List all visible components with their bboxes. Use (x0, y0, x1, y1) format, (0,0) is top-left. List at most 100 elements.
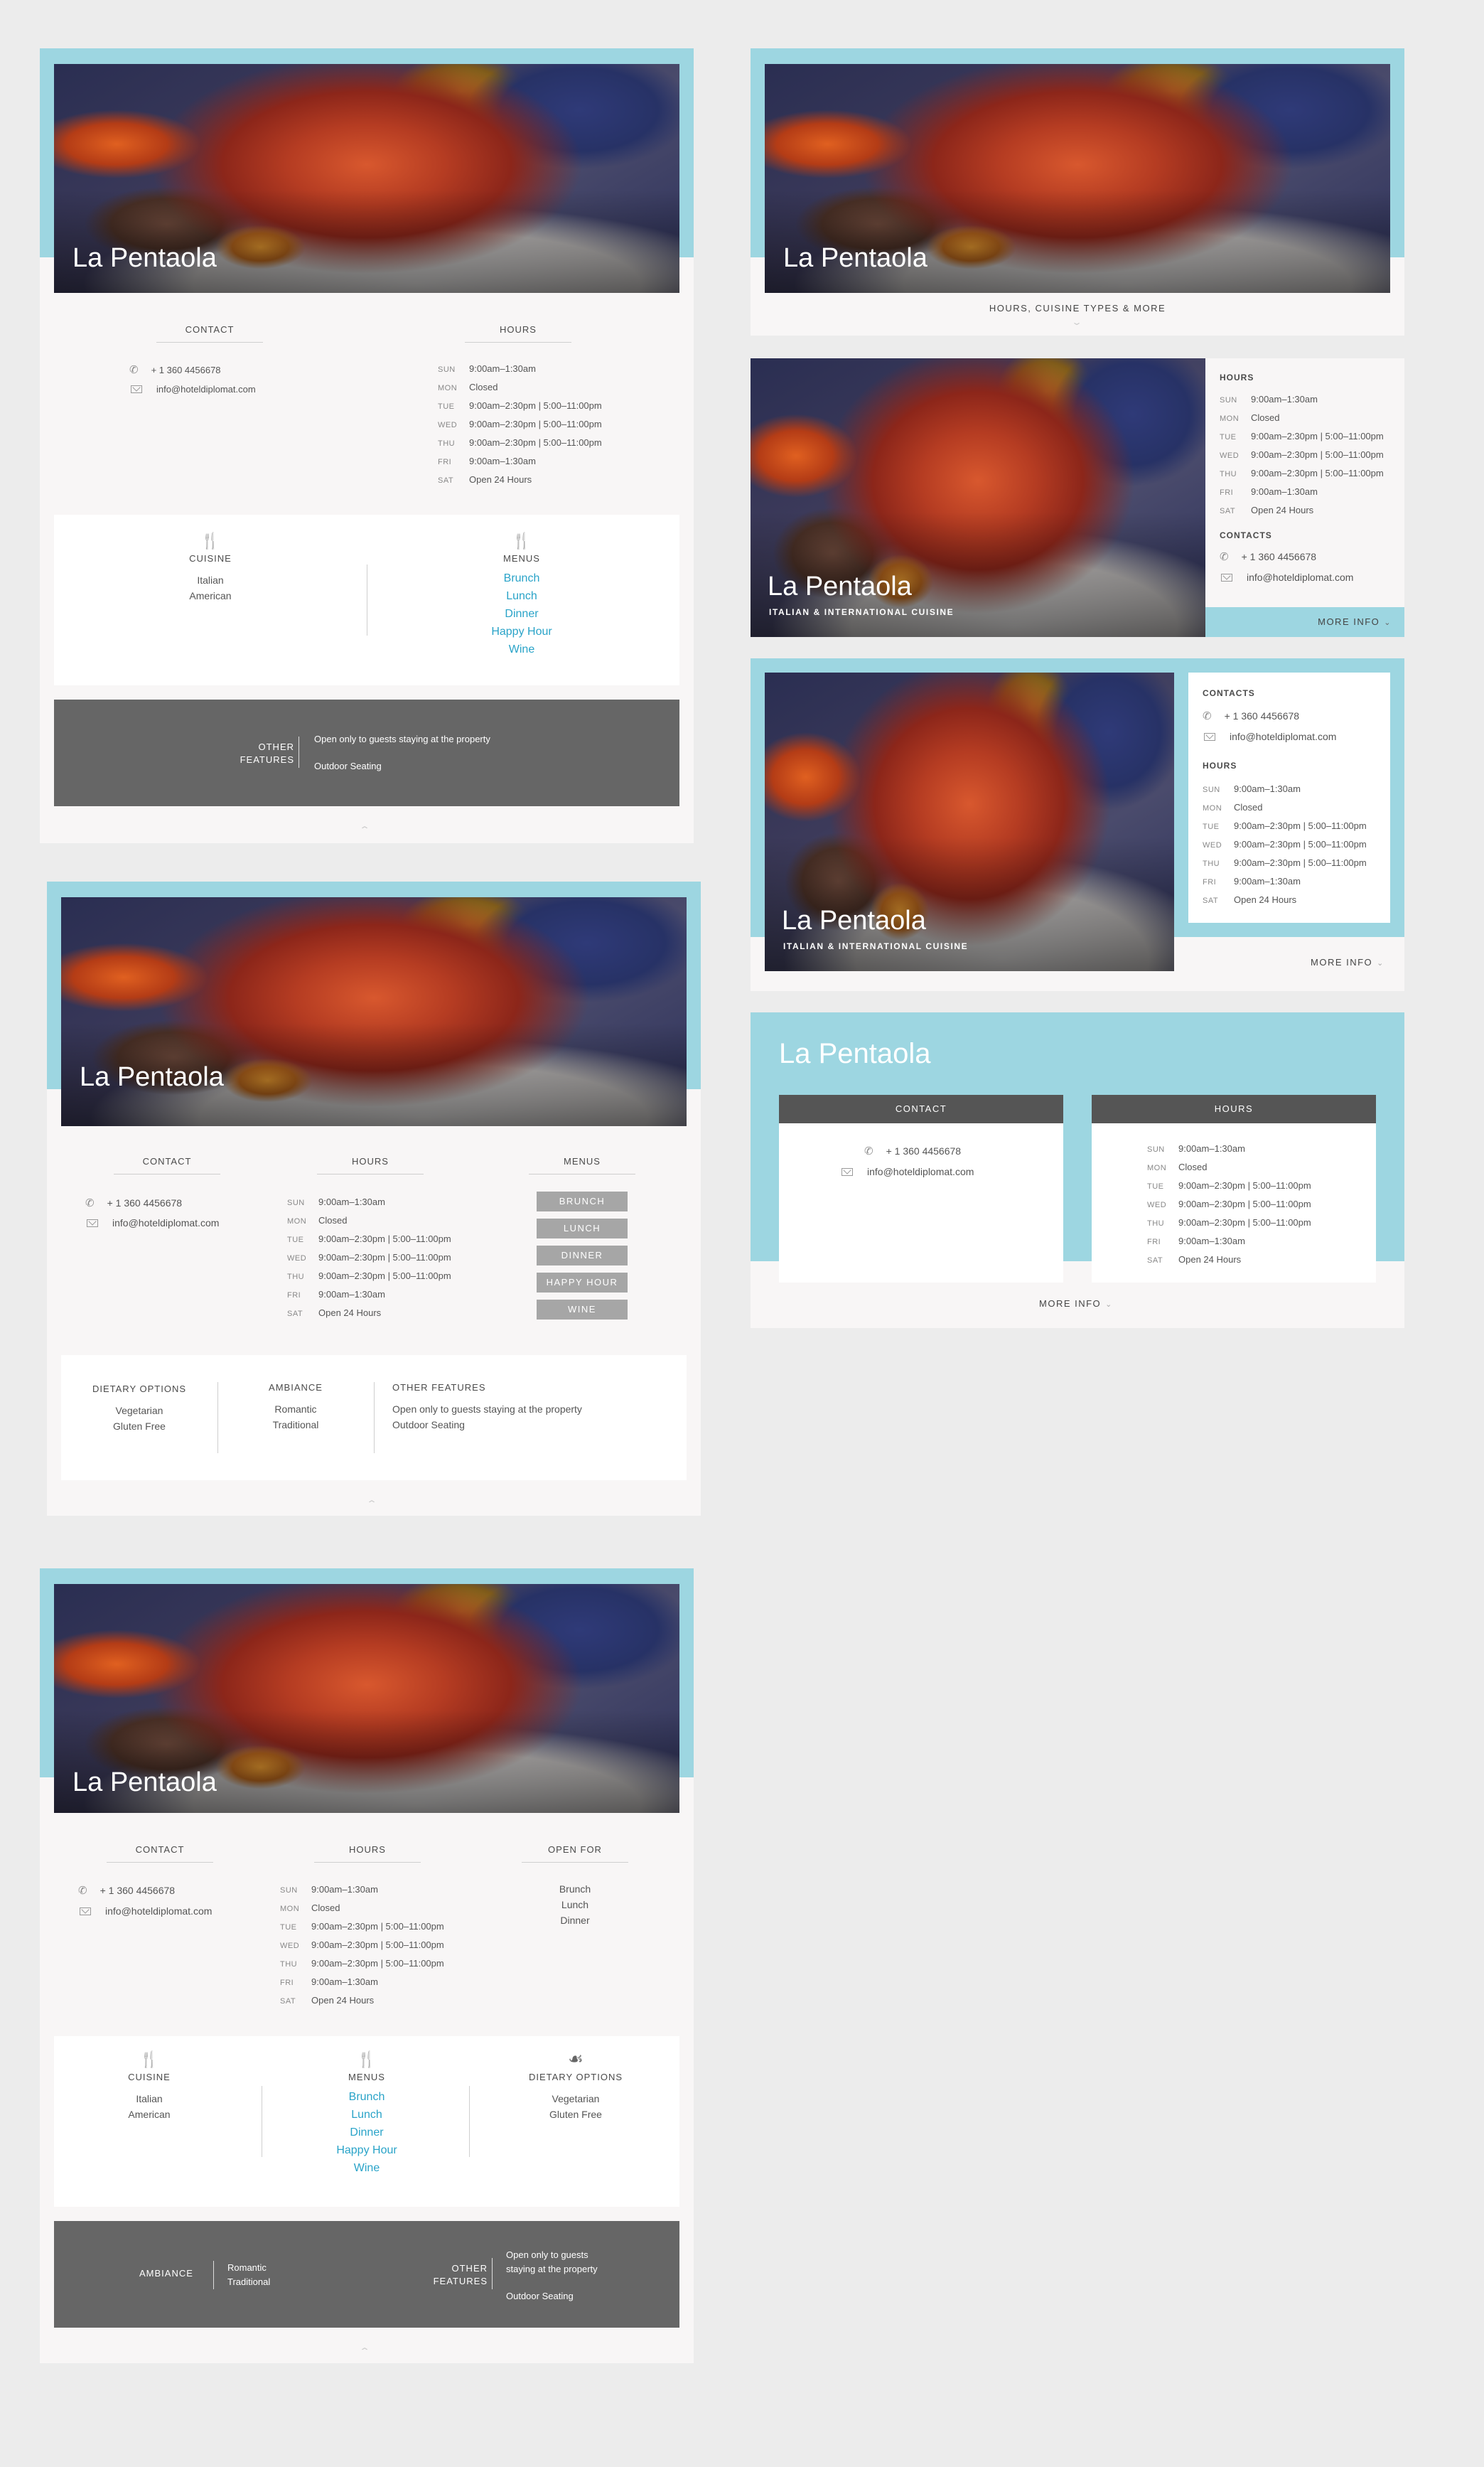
chevron-up-icon[interactable]: ⌃ (366, 1499, 377, 1509)
phone-row[interactable]: ✆ + 1 360 4456678 (129, 363, 221, 376)
hours-row: MON Closed (1220, 412, 1280, 423)
hours-row: SAT Open 24 Hours (1203, 894, 1297, 905)
chevron-down-icon[interactable]: ⌄ (1071, 317, 1082, 327)
card-variant-d: La Pentaola ITALIAN & INTERNATIONAL CUIS… (751, 658, 1404, 991)
hours-row: SAT Open 24 Hours (287, 1307, 382, 1318)
contacts-heading: CONTACTS (1203, 688, 1255, 698)
menu-link-brunch[interactable]: Brunch (296, 2088, 438, 2106)
hours-row: WED 9:00am–2:30pm | 5:00–11:00pm (1147, 1199, 1311, 1209)
menu-link-brunch[interactable]: Brunch (451, 569, 593, 587)
email-row[interactable]: info@hoteldiplomat.com (80, 1905, 212, 1917)
features-block: OTHER FEATURES Open only to guests stayi… (392, 1382, 582, 1430)
phone-row[interactable]: ✆ + 1 360 4456678 (1203, 710, 1299, 722)
divider (217, 1382, 218, 1453)
more-info-link[interactable]: MORE INFO ⌄ (1039, 1298, 1113, 1309)
open-for-heading: OPEN FOR (522, 1844, 628, 1863)
hours-row: SUN 9:00am–1:30am (1203, 783, 1301, 794)
menu-button-lunch[interactable]: LUNCH (537, 1219, 628, 1238)
more-info-bar[interactable]: MORE INFO ⌄ (1205, 607, 1404, 637)
open-for-list: Brunch Lunch Dinner (559, 1883, 591, 1926)
details-panel: 🍴 CUISINE Italian American 🍴 MENUS Brunc… (54, 2036, 679, 2207)
hours-row: SAT Open 24 Hours (1147, 1254, 1242, 1265)
menu-link-lunch[interactable]: Lunch (451, 587, 593, 605)
hours-row: FRI 9:00am–1:30am (438, 456, 536, 466)
phone-icon: ✆ (129, 364, 139, 376)
phone-row[interactable]: ✆ + 1 360 4456678 (1220, 550, 1316, 563)
ambiance-features-panel: AMBIANCE Romantic Traditional OTHER FEATU… (54, 2221, 679, 2328)
contact-box: CONTACT ✆ + 1 360 4456678 info@hoteldiplo… (779, 1095, 1063, 1283)
phone-row[interactable]: ✆ + 1 360 4456678 (85, 1197, 182, 1209)
feature-item: Open only to guests staying at the prope… (314, 734, 490, 744)
phone-icon: ✆ (1220, 551, 1229, 563)
more-info-link[interactable]: MORE INFO ⌄ (1311, 957, 1384, 968)
restaurant-name: La Pentaola (779, 1038, 931, 1069)
hours-row: THU 9:00am–2:30pm | 5:00–11:00pm (438, 437, 602, 448)
hours-row: WED 9:00am–2:30pm | 5:00–11:00pm (438, 419, 602, 429)
menu-link-dinner[interactable]: Dinner (296, 2124, 438, 2141)
hours-row: TUE 9:00am–2:30pm | 5:00–11:00pm (1220, 431, 1384, 442)
phone-icon: ✆ (85, 1197, 95, 1209)
email-row[interactable]: info@hoteldiplomat.com (87, 1217, 219, 1229)
phone-icon: ✆ (78, 1885, 87, 1897)
restaurant-name: La Pentaola (783, 243, 928, 273)
hours-row: TUE 9:00am–2:30pm | 5:00–11:00pm (1203, 820, 1367, 831)
hours-row: THU 9:00am–2:30pm | 5:00–11:00pm (1147, 1217, 1311, 1228)
cuisine-subtitle: ITALIAN & INTERNATIONAL CUISINE (783, 941, 969, 951)
feature-item: Outdoor Seating (506, 2291, 574, 2301)
hours-row: THU 9:00am–2:30pm | 5:00–11:00pm (1203, 857, 1367, 868)
menu-button-happy-hour[interactable]: HAPPY HOUR (537, 1273, 628, 1293)
other-features-label: OTHER FEATURES (433, 2263, 488, 2286)
chevron-down-icon: ⌄ (1384, 619, 1392, 627)
contact-heading: CONTACT (156, 324, 263, 343)
cuisine-subtitle: ITALIAN & INTERNATIONAL CUISINE (769, 607, 955, 617)
details-panel: 🍴 CUISINE Italian American 🍴 MENUS Brunc… (54, 515, 679, 685)
menu-link-wine[interactable]: Wine (451, 641, 593, 658)
email-row[interactable]: info@hoteldiplomat.com (1204, 731, 1336, 742)
hours-row: FRI 9:00am–1:30am (1147, 1236, 1245, 1246)
ambiance-values: Romantic Traditional (227, 2262, 271, 2287)
phone-row[interactable]: ✆ + 1 360 4456678 (78, 1884, 175, 1897)
email-row[interactable]: info@hoteldiplomat.com (842, 1166, 974, 1177)
restaurant-name: La Pentaola (768, 572, 912, 601)
chevron-up-icon[interactable]: ⌃ (359, 825, 370, 835)
cuisine-block: 🍴 CUISINE Italian American (78, 2050, 220, 2122)
menu-link-lunch[interactable]: Lunch (296, 2106, 438, 2124)
card-variant-e: La Pentaola CONTACT ✆ + 1 360 4456678 inf… (751, 1012, 1404, 1328)
menu-button-dinner[interactable]: DINNER (537, 1246, 628, 1265)
mail-icon (1204, 733, 1215, 741)
phone-row[interactable]: ✆ + 1 360 4456678 (864, 1145, 961, 1157)
contacts-heading: CONTACTS (1220, 530, 1272, 540)
hours-box: HOURS SUN 9:00am–1:30am MON Closed TUE 9:00… (1092, 1095, 1376, 1283)
chevron-down-icon: ⌄ (1377, 959, 1384, 968)
hours-row: THU 9:00am–2:30pm | 5:00–11:00pm (1220, 468, 1384, 478)
hours-row: WED 9:00am–2:30pm | 5:00–11:00pm (1220, 449, 1384, 460)
mail-icon (1221, 574, 1232, 582)
card-variant-f: La Pentaola CONTACT ✆ + 1 360 4456678 inf… (47, 882, 701, 1516)
menu-button-wine[interactable]: WINE (537, 1300, 628, 1320)
menu-link-dinner[interactable]: Dinner (451, 605, 593, 623)
chevron-down-icon: ⌄ (1105, 1300, 1113, 1309)
hours-row: THU 9:00am–2:30pm | 5:00–11:00pm (287, 1270, 451, 1281)
email-row[interactable]: info@hoteldiplomat.com (1221, 572, 1353, 583)
divider (374, 1382, 375, 1453)
hours-row: SAT Open 24 Hours (438, 474, 532, 485)
cuisine-block: 🍴 CUISINE Italian American (139, 532, 281, 604)
hours-row: WED 9:00am–2:30pm | 5:00–11:00pm (287, 1252, 451, 1263)
hours-row: SUN 9:00am–1:30am (1220, 394, 1318, 405)
hours-heading: HOURS (465, 324, 571, 343)
menu-button-brunch[interactable]: BRUNCH (537, 1192, 628, 1211)
more-details-teaser[interactable]: HOURS, CUISINE TYPES & MORE (751, 303, 1404, 314)
dietary-block: DIETARY OPTIONS Vegetarian Gluten Free (92, 1384, 187, 1432)
menu-link-happy-hour[interactable]: Happy Hour (296, 2141, 438, 2159)
divider (213, 2261, 214, 2289)
card-variant-a: La Pentaola CONTACT ✆ + 1 360 4456678 inf… (40, 48, 694, 843)
restaurant-name: La Pentaola (72, 1767, 217, 1797)
email-row[interactable]: info@hoteldiplomat.com (131, 384, 256, 395)
menu-link-wine[interactable]: Wine (296, 2159, 438, 2177)
feature-item: Outdoor Seating (314, 761, 382, 771)
hours-heading: HOURS (1203, 761, 1237, 771)
hours-row: SUN 9:00am–1:30am (1147, 1143, 1245, 1154)
menu-link-happy-hour[interactable]: Happy Hour (451, 623, 593, 641)
hours-row: SUN 9:00am–1:30am (280, 1884, 378, 1895)
chevron-up-icon[interactable]: ⌃ (359, 2346, 370, 2356)
